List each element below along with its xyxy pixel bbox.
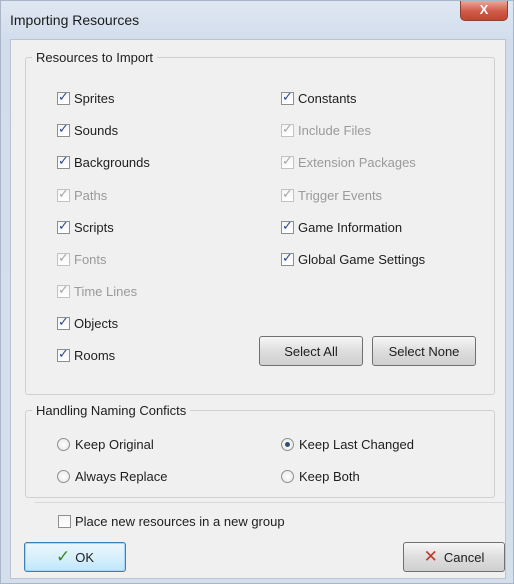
checkbox-sprites[interactable]: ✓ Sprites [57,89,114,107]
x-icon: ✕ [423,547,438,566]
check-icon: ✓ [58,249,69,265]
radio-keep-both[interactable]: Keep Both [281,467,360,485]
check-icon: ✓ [282,120,293,136]
check-icon: ✓ [58,88,69,104]
checkbox-trigger-events: ✓ Trigger Events [281,186,382,204]
dialog-body: Resources to Import ✓ Sprites ✓ Sounds ✓… [10,39,506,579]
checkbox-box[interactable]: ✓ [57,345,70,362]
resources-group-title: Resources to Import [32,50,158,65]
checkbox-box[interactable]: ✓ [281,249,294,266]
checkbox-extension-packages: ✓ Extension Packages [281,153,416,171]
radio-dot[interactable] [57,437,70,451]
checkbox-box[interactable] [58,514,71,528]
checkbox-time-lines: ✓ Time Lines [57,282,137,300]
checkbox-fonts: ✓ Fonts [57,250,107,268]
check-icon: ✓ [58,345,69,361]
check-icon: ✓ [55,547,71,566]
checkbox-scripts[interactable]: ✓ Scripts [57,218,114,236]
checkbox-label: Include Files [298,122,371,138]
checkbox-constants[interactable]: ✓ Constants [281,89,357,107]
checkbox-box[interactable]: ✓ [281,88,294,105]
close-button[interactable]: X [460,1,508,21]
checkbox-label: Backgrounds [74,154,150,170]
window-title: Importing Resources [10,12,140,28]
cancel-button[interactable]: ✕ Cancel [403,542,505,572]
check-icon: ✓ [282,249,293,265]
select-none-label: Select None [388,343,460,359]
checkbox-box[interactable]: ✓ [281,217,294,234]
check-icon: ✓ [282,152,293,168]
checkbox-rooms[interactable]: ✓ Rooms [57,346,115,364]
checkbox-box: ✓ [281,152,294,169]
checkbox-sounds[interactable]: ✓ Sounds [57,121,118,139]
naming-group-title: Handling Naming Conficts [32,403,191,418]
resources-group: Resources to Import ✓ Sprites ✓ Sounds ✓… [25,50,495,395]
checkbox-label: Sprites [74,90,115,106]
check-icon: ✓ [282,185,293,201]
checkbox-game-information[interactable]: ✓ Game Information [281,218,402,236]
checkbox-box: ✓ [57,281,70,298]
ok-button[interactable]: ✓ OK [24,542,126,572]
separator [35,502,505,503]
checkbox-label: Rooms [74,347,116,363]
ok-label: OK [75,549,95,565]
checkbox-new-group[interactable]: Place new resources in a new group [58,512,285,530]
checkbox-paths: ✓ Paths [57,186,107,204]
radio-label: Keep Original [75,436,154,452]
check-icon: ✓ [58,217,69,233]
check-icon: ✓ [282,88,293,104]
select-all-label: Select All [284,343,338,359]
radio-dot-selected[interactable] [281,437,294,451]
checkbox-box[interactable]: ✓ [57,120,70,137]
checkbox-label: Sounds [74,122,119,138]
check-icon: ✓ [58,313,69,329]
radio-dot[interactable] [57,469,70,483]
close-icon: X [479,2,489,17]
check-icon: ✓ [58,152,69,168]
naming-conflicts-group: Handling Naming Conficts Keep Original K… [25,403,495,498]
radio-keep-original[interactable]: Keep Original [57,435,154,453]
checkbox-include-files: ✓ Include Files [281,121,371,139]
checkbox-label: Constants [298,90,357,106]
checkbox-box: ✓ [57,185,70,202]
checkbox-box[interactable]: ✓ [57,313,70,330]
checkbox-label: Global Game Settings [298,251,426,267]
checkbox-box: ✓ [57,249,70,266]
checkbox-box: ✓ [281,120,294,137]
checkbox-objects[interactable]: ✓ Objects [57,314,118,332]
checkbox-box: ✓ [281,185,294,202]
checkbox-label: Trigger Events [298,187,383,203]
radio-keep-last-changed[interactable]: Keep Last Changed [281,435,414,453]
cancel-label: Cancel [443,549,485,565]
checkbox-label: Fonts [74,251,107,267]
checkbox-label: Extension Packages [298,154,416,170]
checkbox-label: Objects [74,315,119,331]
check-icon: ✓ [282,217,293,233]
select-all-button[interactable]: Select All [259,336,363,366]
check-icon: ✓ [58,120,69,136]
check-icon: ✓ [58,185,69,201]
checkbox-backgrounds[interactable]: ✓ Backgrounds [57,153,150,171]
select-none-button[interactable]: Select None [372,336,476,366]
radio-label: Always Replace [75,468,168,484]
checkbox-box[interactable]: ✓ [57,217,70,234]
checkbox-global-game-settings[interactable]: ✓ Global Game Settings [281,250,425,268]
radio-label: Keep Both [299,468,360,484]
radio-always-replace[interactable]: Always Replace [57,467,168,485]
check-icon: ✓ [58,281,69,297]
radio-label: Keep Last Changed [299,436,414,452]
radio-dot[interactable] [281,469,294,483]
checkbox-label: Paths [74,187,108,203]
checkbox-label: Game Information [298,219,403,235]
checkbox-box[interactable]: ✓ [57,88,70,105]
import-dialog: Importing Resources X Resources to Impor… [0,0,514,584]
checkbox-label: Place new resources in a new group [75,513,285,529]
checkbox-box[interactable]: ✓ [57,152,70,169]
title-bar[interactable]: Importing Resources X [1,1,513,39]
checkbox-label: Scripts [74,219,114,235]
checkbox-label: Time Lines [74,283,138,299]
